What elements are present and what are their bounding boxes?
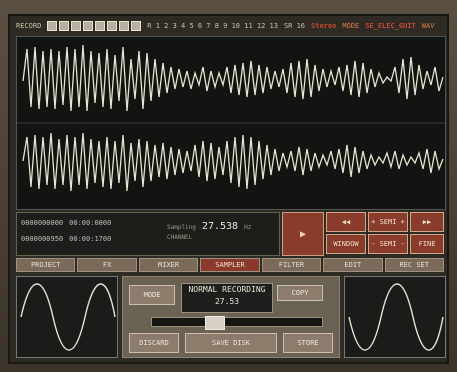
store-label: STORE: [297, 339, 319, 347]
recording-status: NORMAL RECORDING 27.53: [181, 283, 273, 313]
copy-label: COPY: [291, 289, 309, 297]
discard-label: DISCARD: [139, 339, 169, 347]
tab-project[interactable]: PROJECT: [16, 258, 76, 272]
info-row-1: 0000000000 00:00:0000: [21, 219, 111, 227]
left-scope-svg: [20, 283, 116, 351]
meter-block: [83, 21, 94, 31]
discard-button[interactable]: DISCARD: [129, 333, 179, 353]
semi-down-button[interactable]: - SEMI -: [368, 234, 408, 254]
stereo-label: Stereo: [311, 22, 337, 30]
info-row-2: 0000000950 00:00:1700: [21, 235, 111, 243]
window-label: WINDOW: [333, 240, 359, 248]
meter-block: [107, 21, 118, 31]
position-slider[interactable]: [151, 316, 323, 330]
meter-block: [47, 21, 58, 31]
tab-sampler[interactable]: SAMPLER: [200, 258, 260, 272]
hz-label: Hz: [244, 224, 252, 231]
recording-mode-label: NORMAL RECORDING: [188, 285, 266, 294]
forward-button[interactable]: ▶▶: [410, 212, 444, 232]
store-button[interactable]: STORE: [283, 333, 333, 353]
slider-thumb[interactable]: [205, 316, 226, 330]
stereo-mode: MODE: [342, 22, 360, 30]
top-status-bar: RECORD R 1 2 3 4 5 6 7 8 9 10 11 12 13 S…: [16, 18, 444, 34]
right-scope-svg: [348, 283, 444, 351]
mode-label: MODE: [143, 291, 161, 299]
semi-up-button[interactable]: + SEMI +: [368, 212, 408, 232]
record-control-panel: MODE NORMAL RECORDING 27.53 COPY DISCARD…: [122, 276, 340, 358]
recording-time: 27.53: [214, 297, 240, 306]
sampling-label: Sampling: [167, 224, 196, 231]
left-oscilloscope: [16, 276, 118, 358]
channel-meter: [47, 21, 142, 31]
record-label: RECORD: [16, 22, 42, 30]
meter-block: [95, 21, 106, 31]
forward-icon: ▶▶: [422, 218, 432, 226]
sample-end: 0000000950: [21, 235, 64, 243]
play-button[interactable]: ▶: [282, 212, 324, 256]
file-name: SE_ELEC_GUIT: [365, 22, 416, 30]
meter-block: [131, 21, 142, 31]
tab-edit[interactable]: EDIT: [323, 258, 383, 272]
mode-button[interactable]: MODE: [129, 285, 175, 305]
tab-filter[interactable]: FILTER: [261, 258, 322, 272]
window-button[interactable]: WINDOW: [326, 234, 366, 254]
meter-block: [71, 21, 82, 31]
play-icon: ▶: [299, 228, 307, 240]
fine-label: FINE: [418, 240, 436, 248]
meter-block: [59, 21, 70, 31]
time-start: 00:00:0000: [69, 219, 112, 227]
sampling-value: 27.538: [201, 221, 239, 232]
waveform-display[interactable]: [16, 36, 446, 210]
rewind-icon: ◀◀: [341, 218, 351, 226]
fine-button[interactable]: FINE: [410, 234, 444, 254]
waveform-svg: [17, 37, 445, 209]
tab-mixer[interactable]: MIXER: [138, 258, 199, 272]
tab-fx[interactable]: FX: [77, 258, 137, 272]
meter-text: R 1 2 3 4 5 6 7 8 9 10 11 12 13: [147, 22, 278, 30]
meter-block: [119, 21, 130, 31]
channel-label: CHANNEL: [167, 234, 193, 241]
sample-rate: SR 16: [283, 22, 306, 30]
position-info: 0000000000 00:00:0000 0000000950 00:00:1…: [16, 212, 280, 256]
tab-rec-set[interactable]: REC SET: [384, 258, 444, 272]
save-disk-button[interactable]: SAVE DISK: [185, 333, 277, 353]
right-sine-wave: [348, 283, 444, 351]
time-end: 00:00:1700: [69, 235, 112, 243]
sample-rate-readout: Sampling 27.538 Hz CHANNEL: [167, 221, 251, 241]
rewind-button[interactable]: ◀◀: [326, 212, 366, 232]
file-type: WAV: [421, 22, 435, 30]
copy-button[interactable]: COPY: [277, 285, 323, 301]
monitor-bezel: RECORD R 1 2 3 4 5 6 7 8 9 10 11 12 13 S…: [0, 0, 457, 372]
left-sine-wave: [20, 283, 116, 351]
semi-down-label: - SEMI -: [371, 240, 405, 248]
app-screen: RECORD R 1 2 3 4 5 6 7 8 9 10 11 12 13 S…: [8, 14, 449, 364]
save-disk-label: SAVE DISK: [212, 339, 250, 347]
function-tabs: PROJECT FX MIXER SAMPLER FILTER EDIT REC…: [16, 258, 444, 272]
sample-start: 0000000000: [21, 219, 64, 227]
right-oscilloscope: [344, 276, 446, 358]
semi-up-label: + SEMI +: [371, 218, 405, 226]
